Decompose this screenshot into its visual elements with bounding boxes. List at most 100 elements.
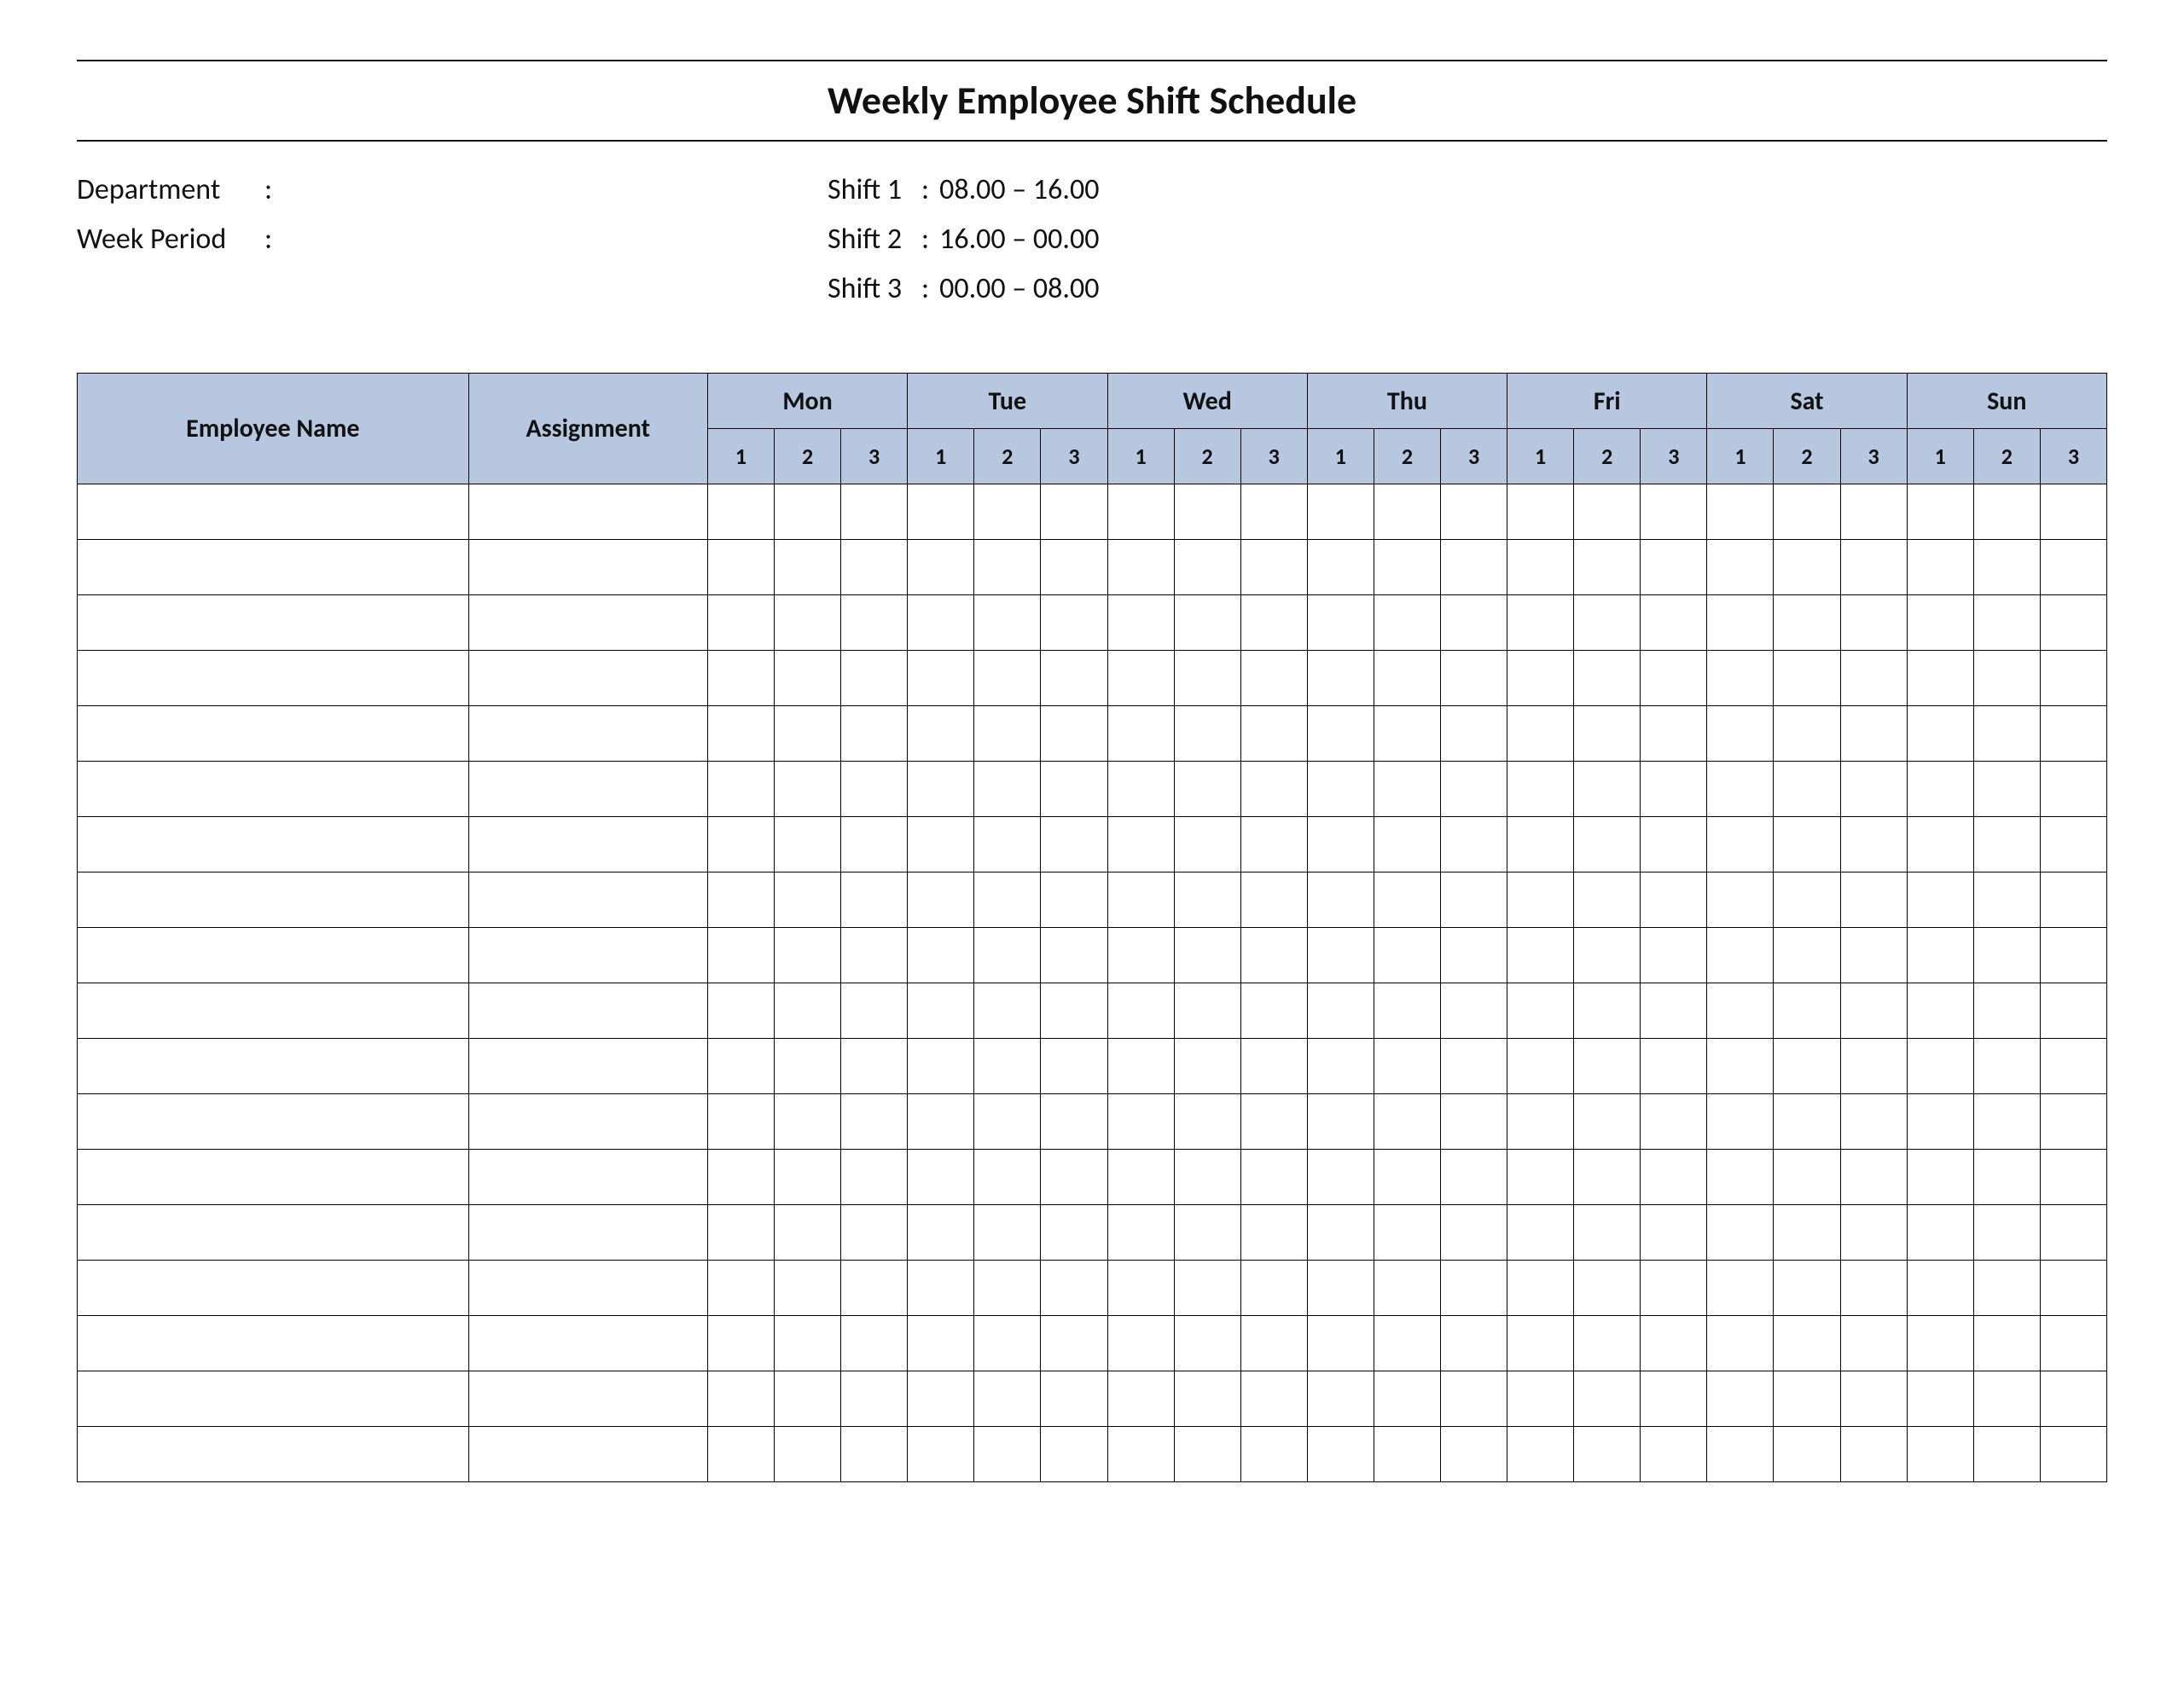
cell-shift[interactable] bbox=[1641, 1039, 1707, 1094]
cell-shift[interactable] bbox=[1440, 1316, 1507, 1371]
cell-shift[interactable] bbox=[1041, 540, 1107, 595]
cell-assignment[interactable] bbox=[468, 1427, 707, 1482]
cell-shift[interactable] bbox=[1240, 872, 1307, 928]
cell-shift[interactable] bbox=[1707, 1316, 1774, 1371]
cell-shift[interactable] bbox=[2040, 928, 2106, 983]
cell-shift[interactable] bbox=[1374, 595, 1440, 651]
cell-shift[interactable] bbox=[1840, 1094, 1907, 1150]
cell-shift[interactable] bbox=[1041, 1205, 1107, 1261]
cell-shift[interactable] bbox=[1641, 872, 1707, 928]
cell-shift[interactable] bbox=[841, 540, 908, 595]
cell-shift[interactable] bbox=[775, 1039, 841, 1094]
cell-shift[interactable] bbox=[1973, 1316, 2040, 1371]
cell-shift[interactable] bbox=[1840, 928, 1907, 983]
cell-shift[interactable] bbox=[1907, 540, 1973, 595]
cell-shift[interactable] bbox=[1907, 1371, 1973, 1427]
cell-assignment[interactable] bbox=[468, 706, 707, 762]
cell-shift[interactable] bbox=[1107, 817, 1174, 872]
cell-shift[interactable] bbox=[1574, 1150, 1641, 1205]
cell-shift[interactable] bbox=[1641, 1371, 1707, 1427]
cell-shift[interactable] bbox=[908, 817, 974, 872]
cell-shift[interactable] bbox=[1174, 706, 1240, 762]
cell-shift[interactable] bbox=[1973, 595, 2040, 651]
cell-shift[interactable] bbox=[707, 762, 774, 817]
cell-shift[interactable] bbox=[841, 983, 908, 1039]
cell-shift[interactable] bbox=[974, 983, 1041, 1039]
cell-shift[interactable] bbox=[1973, 651, 2040, 706]
cell-shift[interactable] bbox=[1641, 540, 1707, 595]
cell-shift[interactable] bbox=[1307, 1150, 1374, 1205]
cell-shift[interactable] bbox=[1174, 651, 1240, 706]
cell-shift[interactable] bbox=[1973, 928, 2040, 983]
cell-shift[interactable] bbox=[1574, 983, 1641, 1039]
cell-shift[interactable] bbox=[1107, 1205, 1174, 1261]
cell-shift[interactable] bbox=[1307, 983, 1374, 1039]
cell-shift[interactable] bbox=[974, 651, 1041, 706]
cell-shift[interactable] bbox=[841, 595, 908, 651]
cell-shift[interactable] bbox=[2040, 484, 2106, 540]
cell-shift[interactable] bbox=[1374, 1150, 1440, 1205]
cell-shift[interactable] bbox=[2040, 651, 2106, 706]
cell-shift[interactable] bbox=[1774, 872, 1840, 928]
cell-shift[interactable] bbox=[1107, 1316, 1174, 1371]
cell-shift[interactable] bbox=[1240, 651, 1307, 706]
cell-assignment[interactable] bbox=[468, 983, 707, 1039]
cell-shift[interactable] bbox=[974, 928, 1041, 983]
cell-shift[interactable] bbox=[1707, 1094, 1774, 1150]
cell-assignment[interactable] bbox=[468, 1261, 707, 1316]
cell-shift[interactable] bbox=[1174, 928, 1240, 983]
cell-shift[interactable] bbox=[1907, 706, 1973, 762]
cell-shift[interactable] bbox=[841, 1039, 908, 1094]
cell-shift[interactable] bbox=[1174, 1261, 1240, 1316]
cell-shift[interactable] bbox=[1774, 1150, 1840, 1205]
cell-shift[interactable] bbox=[974, 1261, 1041, 1316]
cell-shift[interactable] bbox=[1107, 1150, 1174, 1205]
cell-shift[interactable] bbox=[1440, 928, 1507, 983]
cell-shift[interactable] bbox=[1907, 1261, 1973, 1316]
cell-assignment[interactable] bbox=[468, 872, 707, 928]
cell-shift[interactable] bbox=[1774, 928, 1840, 983]
cell-employee-name[interactable] bbox=[78, 1150, 469, 1205]
cell-shift[interactable] bbox=[1641, 706, 1707, 762]
cell-shift[interactable] bbox=[841, 762, 908, 817]
cell-shift[interactable] bbox=[1240, 1150, 1307, 1205]
cell-shift[interactable] bbox=[1574, 540, 1641, 595]
cell-shift[interactable] bbox=[1507, 1150, 1574, 1205]
cell-shift[interactable] bbox=[1574, 706, 1641, 762]
cell-shift[interactable] bbox=[1707, 872, 1774, 928]
cell-shift[interactable] bbox=[1907, 1427, 1973, 1482]
cell-shift[interactable] bbox=[1374, 928, 1440, 983]
cell-employee-name[interactable] bbox=[78, 1261, 469, 1316]
cell-shift[interactable] bbox=[1907, 595, 1973, 651]
cell-shift[interactable] bbox=[1840, 762, 1907, 817]
cell-shift[interactable] bbox=[1041, 872, 1107, 928]
cell-shift[interactable] bbox=[1041, 1094, 1107, 1150]
cell-shift[interactable] bbox=[1574, 872, 1641, 928]
cell-shift[interactable] bbox=[1307, 872, 1374, 928]
cell-shift[interactable] bbox=[1641, 1261, 1707, 1316]
cell-shift[interactable] bbox=[1041, 651, 1107, 706]
cell-shift[interactable] bbox=[841, 1316, 908, 1371]
cell-shift[interactable] bbox=[1440, 1261, 1507, 1316]
cell-shift[interactable] bbox=[1440, 817, 1507, 872]
cell-shift[interactable] bbox=[1507, 1427, 1574, 1482]
cell-shift[interactable] bbox=[1107, 983, 1174, 1039]
cell-shift[interactable] bbox=[841, 651, 908, 706]
cell-shift[interactable] bbox=[707, 1039, 774, 1094]
cell-employee-name[interactable] bbox=[78, 1371, 469, 1427]
cell-shift[interactable] bbox=[1240, 595, 1307, 651]
cell-shift[interactable] bbox=[707, 983, 774, 1039]
cell-shift[interactable] bbox=[1174, 1427, 1240, 1482]
cell-shift[interactable] bbox=[775, 484, 841, 540]
cell-shift[interactable] bbox=[707, 651, 774, 706]
cell-shift[interactable] bbox=[1840, 817, 1907, 872]
cell-shift[interactable] bbox=[1840, 484, 1907, 540]
cell-shift[interactable] bbox=[1107, 706, 1174, 762]
cell-shift[interactable] bbox=[1107, 762, 1174, 817]
cell-shift[interactable] bbox=[1374, 1039, 1440, 1094]
cell-shift[interactable] bbox=[1107, 1039, 1174, 1094]
cell-shift[interactable] bbox=[1174, 983, 1240, 1039]
cell-shift[interactable] bbox=[974, 1316, 1041, 1371]
cell-shift[interactable] bbox=[1840, 983, 1907, 1039]
cell-shift[interactable] bbox=[1641, 1205, 1707, 1261]
